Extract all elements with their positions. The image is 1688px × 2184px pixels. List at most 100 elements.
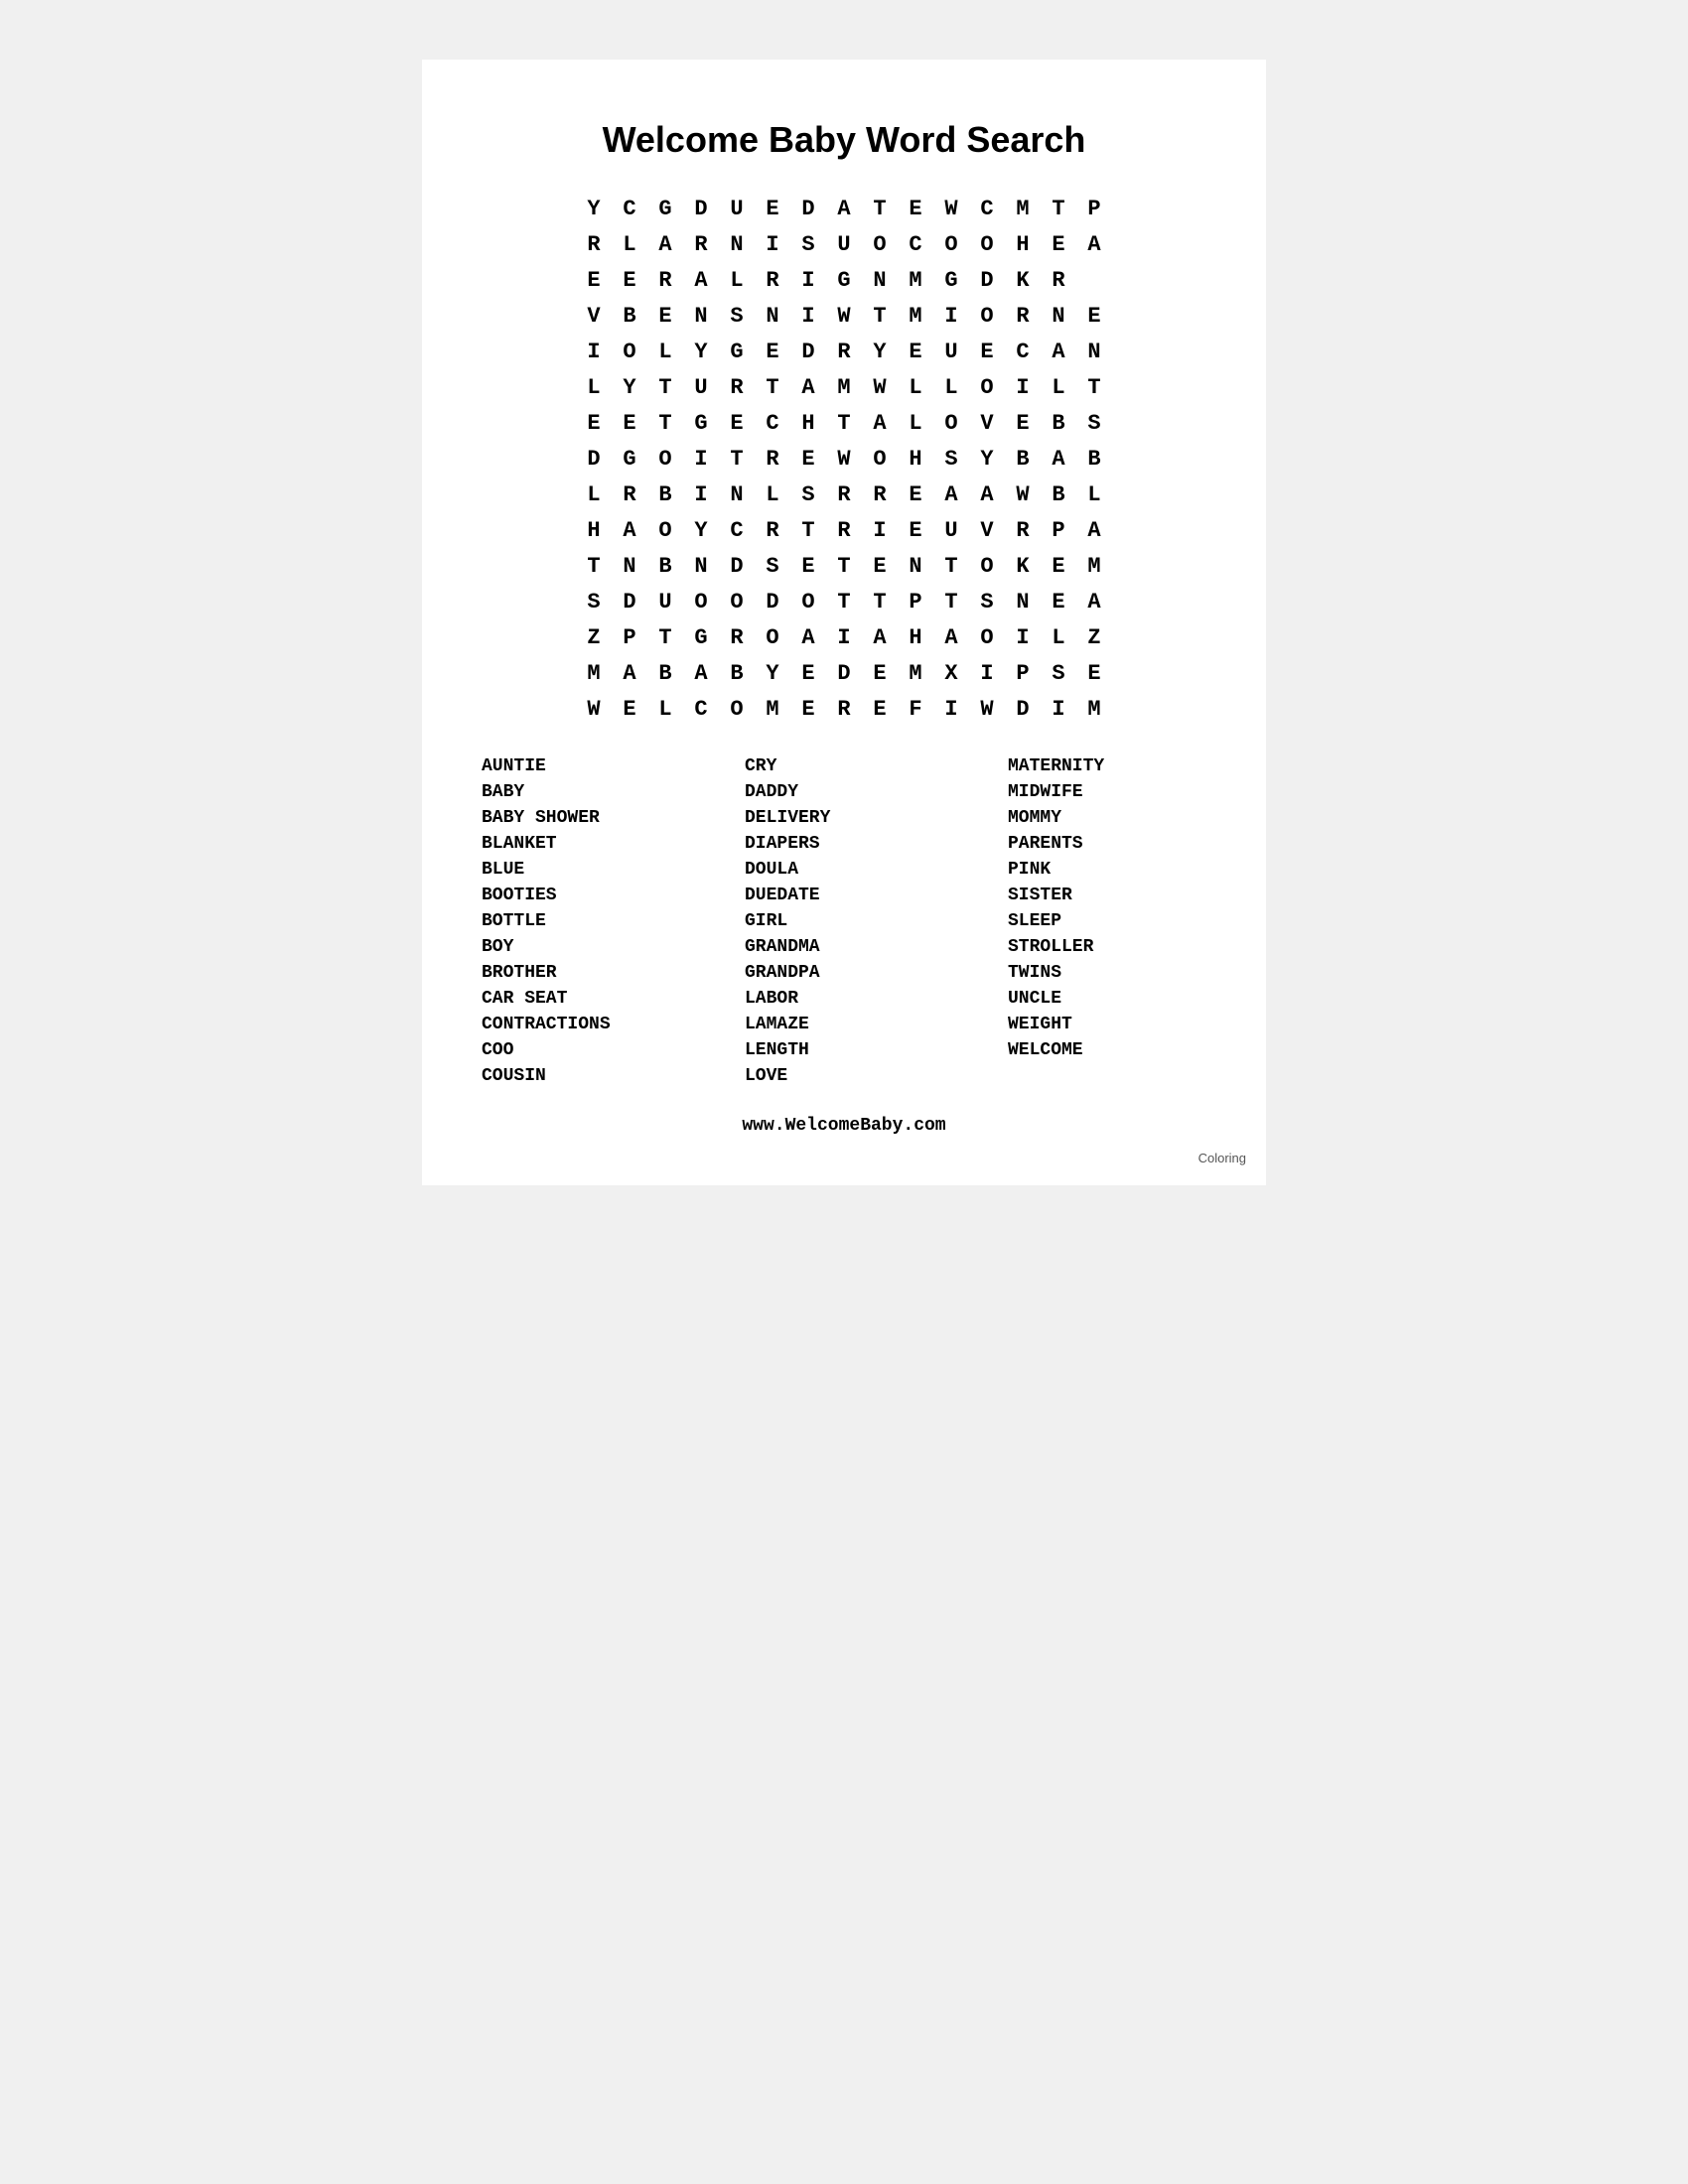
word-item: DELIVERY	[745, 808, 943, 828]
grid-cell-7-3: I	[683, 441, 719, 477]
grid-cell-8-11: A	[969, 477, 1005, 512]
grid-cell-5-2: T	[647, 369, 683, 405]
grid-cell-4-0: I	[576, 334, 612, 369]
grid-cell-4-14: N	[1076, 334, 1112, 369]
grid-cell-9-2: O	[647, 512, 683, 548]
grid-cell-1-1: L	[612, 226, 647, 262]
grid-cell-6-3: G	[683, 405, 719, 441]
grid-cell-14-5: M	[755, 691, 790, 727]
grid-cell-12-4: R	[719, 619, 755, 655]
grid-cell-0-2: G	[647, 191, 683, 226]
grid-cell-12-13: L	[1041, 619, 1076, 655]
grid-cell-9-8: I	[862, 512, 898, 548]
grid-cell-1-9: C	[898, 226, 933, 262]
grid-cell-14-10: I	[933, 691, 969, 727]
grid-cell-5-8: W	[862, 369, 898, 405]
grid-cell-4-9: E	[898, 334, 933, 369]
grid-cell-3-10: I	[933, 298, 969, 334]
grid-cell-6-6: H	[790, 405, 826, 441]
word-item: PINK	[1008, 860, 1206, 880]
footer-url: www.WelcomeBaby.com	[482, 1116, 1206, 1136]
grid-cell-12-7: I	[826, 619, 862, 655]
grid-cell-11-12: N	[1005, 584, 1041, 619]
grid-cell-2-2: R	[647, 262, 683, 298]
grid-cell-12-3: G	[683, 619, 719, 655]
grid-cell-12-6: A	[790, 619, 826, 655]
grid-cell-12-0: Z	[576, 619, 612, 655]
word-item: WELCOME	[1008, 1040, 1206, 1060]
grid-cell-8-9: E	[898, 477, 933, 512]
grid-cell-8-12: W	[1005, 477, 1041, 512]
grid-cell-4-7: R	[826, 334, 862, 369]
word-item: UNCLE	[1008, 989, 1206, 1009]
grid-cell-10-9: N	[898, 548, 933, 584]
grid-cell-8-0: L	[576, 477, 612, 512]
grid-cell-2-0: E	[576, 262, 612, 298]
word-list-section: AUNTIEBABYBABY SHOWERBLANKETBLUEBOOTIESB…	[482, 756, 1206, 1086]
grid-cell-0-6: D	[790, 191, 826, 226]
grid-cell-14-3: C	[683, 691, 719, 727]
grid-cell-9-4: C	[719, 512, 755, 548]
grid-cell-12-8: A	[862, 619, 898, 655]
grid-cell-12-12: I	[1005, 619, 1041, 655]
grid-cell-8-2: B	[647, 477, 683, 512]
grid-cell-3-2: E	[647, 298, 683, 334]
word-item: CRY	[745, 756, 943, 776]
grid-cell-9-9: E	[898, 512, 933, 548]
grid-cell-0-3: D	[683, 191, 719, 226]
grid-cell-7-9: H	[898, 441, 933, 477]
grid-cell-10-10: T	[933, 548, 969, 584]
grid-cell-6-2: T	[647, 405, 683, 441]
grid-cell-7-7: W	[826, 441, 862, 477]
word-item: DUEDATE	[745, 886, 943, 905]
grid-cell-4-6: D	[790, 334, 826, 369]
grid-cell-11-0: S	[576, 584, 612, 619]
grid-cell-13-11: I	[969, 655, 1005, 691]
grid-cell-13-10: X	[933, 655, 969, 691]
grid-cell-1-4: N	[719, 226, 755, 262]
grid-cell-10-8: E	[862, 548, 898, 584]
grid-cell-10-3: N	[683, 548, 719, 584]
grid-cell-11-4: O	[719, 584, 755, 619]
grid-cell-11-14: A	[1076, 584, 1112, 619]
word-item: LAMAZE	[745, 1015, 943, 1034]
grid-cell-14-6: E	[790, 691, 826, 727]
grid-cell-9-13: P	[1041, 512, 1076, 548]
grid-cell-8-14: L	[1076, 477, 1112, 512]
grid-cell-3-8: T	[862, 298, 898, 334]
grid-cell-8-13: B	[1041, 477, 1076, 512]
grid-cell-7-6: E	[790, 441, 826, 477]
grid-cell-2-14	[1076, 262, 1112, 298]
grid-cell-3-0: V	[576, 298, 612, 334]
grid-cell-6-0: E	[576, 405, 612, 441]
word-item: MOMMY	[1008, 808, 1206, 828]
grid-cell-6-8: A	[862, 405, 898, 441]
grid-cell-10-6: E	[790, 548, 826, 584]
word-item: BABY	[482, 782, 680, 802]
grid-cell-12-11: O	[969, 619, 1005, 655]
word-item: BOOTIES	[482, 886, 680, 905]
grid-cell-5-14: T	[1076, 369, 1112, 405]
grid-cell-0-8: T	[862, 191, 898, 226]
grid-cell-9-3: Y	[683, 512, 719, 548]
grid-cell-2-13: R	[1041, 262, 1076, 298]
grid-cell-2-7: G	[826, 262, 862, 298]
grid-cell-7-5: R	[755, 441, 790, 477]
grid-container: YCGDUEDATEWCMTPRLARNISUOCOOHEAEERALRIGNM…	[482, 191, 1206, 727]
grid-cell-13-1: A	[612, 655, 647, 691]
grid-cell-6-11: V	[969, 405, 1005, 441]
grid-cell-14-4: O	[719, 691, 755, 727]
grid-cell-2-3: A	[683, 262, 719, 298]
grid-cell-3-9: M	[898, 298, 933, 334]
grid-cell-0-14: P	[1076, 191, 1112, 226]
grid-cell-0-5: E	[755, 191, 790, 226]
grid-cell-2-12: K	[1005, 262, 1041, 298]
grid-cell-10-7: T	[826, 548, 862, 584]
grid-cell-10-5: S	[755, 548, 790, 584]
grid-cell-9-7: R	[826, 512, 862, 548]
grid-cell-13-13: S	[1041, 655, 1076, 691]
word-item: BLUE	[482, 860, 680, 880]
grid-cell-9-0: H	[576, 512, 612, 548]
grid-cell-6-5: C	[755, 405, 790, 441]
grid-cell-3-4: S	[719, 298, 755, 334]
